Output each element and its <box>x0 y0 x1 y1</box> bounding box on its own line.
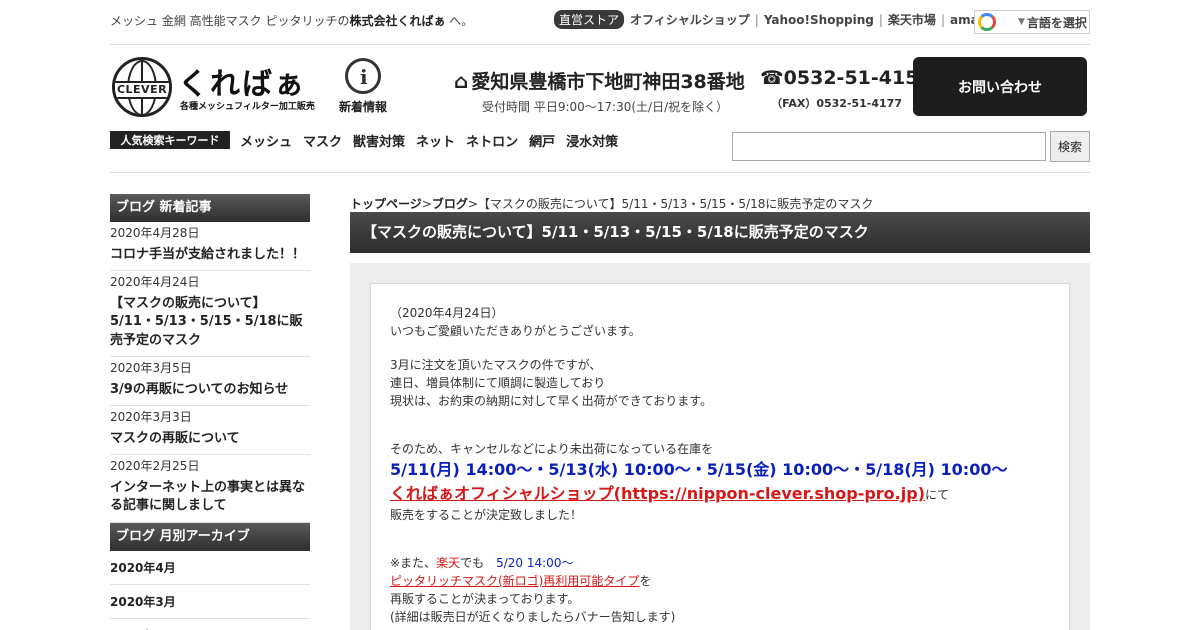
article-date: （2020年4月24日） <box>390 306 504 320</box>
shop-link-yahoo[interactable]: Yahoo!Shopping <box>764 13 874 27</box>
note-line: 再販することが決まっております。 <box>390 592 580 606</box>
para2-intro: そのため、キャンセルなどにより未出荷になっている在庫を <box>390 442 714 456</box>
contact-button[interactable]: お問い合わせ <box>913 57 1087 116</box>
separator: | <box>878 12 883 27</box>
sidebar-post: 2020年3月3日 マスクの再販について <box>110 406 310 456</box>
para1-line: 現状は、お約束の納期に対して早く出荷ができております。 <box>390 394 713 408</box>
language-select-label: 言語を選択 <box>1026 15 1087 30</box>
archive-link[interactable]: 2020年3月 <box>110 585 310 619</box>
breadcrumb-current: 【マスクの販売について】5/11・5/13・5/15・5/18に販売予定のマスク <box>477 197 874 211</box>
keyword-link[interactable]: メッシュ <box>240 131 292 150</box>
address-text: 愛知県豊橋市下地町神田38番地 <box>471 71 745 93</box>
sidebar-archive-heading: ブログ 月別アーカイブ <box>110 522 310 551</box>
logo-wordmark: くればぁ <box>178 67 306 102</box>
keyword-link[interactable]: 網戸 <box>529 131 555 150</box>
note-line: (詳細は販売日が近くなりましたらバナー告知します) <box>390 610 676 624</box>
keyword-link[interactable]: 獣害対策 <box>353 131 405 150</box>
sidebar-new-heading: ブログ 新着記事 <box>110 194 310 222</box>
sidebar-post: 2020年2月25日 インターネット上の事実とは異なる記事に関しまして <box>110 455 310 523</box>
business-hours: 受付時間 平日9:00～17:30(土/日/祝を除く） <box>482 100 729 114</box>
sale-decided: 販売をすることが決定致しました！ <box>390 508 583 522</box>
info-icon: i <box>345 58 381 94</box>
telephone-number: 0532-51-4151 <box>783 67 932 89</box>
post-date: 2020年4月28日 <box>110 226 200 240</box>
logo[interactable]: CLEVER くればぁ 各種メッシュフィルター加工販売 <box>110 55 315 119</box>
search-button[interactable]: 検索 <box>1050 131 1090 162</box>
post-title-link[interactable]: 【マスクの販売について】5/11・5/13・5/15・5/18に販売予定のマスク <box>110 291 310 356</box>
news-label: 新着情報 <box>338 100 387 114</box>
divider <box>110 172 1090 173</box>
fax-number: （FAX）0532-51-4177 <box>771 97 902 110</box>
article-body: （2020年4月24日） いつもご愛顧いただきありがとうございます。 3月に注文… <box>370 283 1070 630</box>
language-select[interactable]: ▼ 言語を選択 <box>974 10 1090 34</box>
note-link-suffix: を <box>639 574 652 588</box>
sidebar: ブログ 新着記事 2020年4月28日 コロナ手当が支給されました！！ 2020… <box>110 194 310 630</box>
greeting: いつもご愛顧いただきありがとうございます。 <box>390 324 641 338</box>
mask-product-link[interactable]: ピッタリッチマスク(新ロゴ)再利用可能タイプ <box>390 574 639 588</box>
post-date: 2020年4月24日 <box>110 275 200 290</box>
keyword-link[interactable]: マスク <box>303 131 342 150</box>
sidebar-post: 2020年3月5日 3/9の再販についてのお知らせ <box>110 357 310 406</box>
phone-icon: ☎ <box>760 67 784 89</box>
post-date: 2020年3月5日 <box>110 360 192 375</box>
keyword-label: 人気検索キーワード <box>110 131 230 149</box>
note-date: 5/20 14:00～ <box>496 556 574 570</box>
divider <box>110 44 1090 45</box>
para1-line: 3月に注文を頂いたマスクの件ですが、 <box>390 358 602 372</box>
address-block: ⌂ 愛知県豊橋市下地町神田38番地 受付時間 平日9:00～17:30(土/日/祝… <box>454 67 745 115</box>
sidebar-post: 2020年4月24日 【マスクの販売について】5/11・5/13・5/15・5/… <box>110 271 310 357</box>
post-date: 2020年3月3日 <box>110 409 192 424</box>
note-prefix: ※また、 <box>390 556 437 570</box>
breadcrumb-blog[interactable]: ブログ <box>432 197 468 211</box>
house-icon: ⌂ <box>454 68 469 93</box>
direct-store-badge: 直営ストア <box>554 10 625 29</box>
news-link[interactable]: i 新着情報 <box>336 58 390 115</box>
official-shop-link[interactable]: くればぁオフィシャルショップ(https://nippon-clever.sho… <box>390 484 925 503</box>
para1-line: 連日、増員体制にて順調に製造しており <box>390 376 606 390</box>
archive-link[interactable]: 2020年2月 <box>110 619 310 630</box>
phone-block: ☎0532-51-4151 （FAX）0532-51-4177 <box>760 67 932 111</box>
sale-dates: 5/11(月) 14:00～・5/13(水) 10:00～・5/15(金) 10… <box>390 460 1008 479</box>
address: ⌂ 愛知県豊橋市下地町神田38番地 <box>454 67 745 94</box>
logo-subtitle: 各種メッシュフィルター加工販売 <box>180 102 315 112</box>
breadcrumb: トップページ>ブログ>【マスクの販売について】5/11・5/13・5/15・5/… <box>350 197 874 211</box>
tagline-prefix: メッシュ 金網 高性能マスク ピッタリッチの <box>110 14 350 28</box>
keyword-link[interactable]: 浸水対策 <box>566 131 618 150</box>
article-panel: （2020年4月24日） いつもご愛顧いただきありがとうございます。 3月に注文… <box>350 263 1090 630</box>
post-title-link[interactable]: マスクの再販について <box>110 426 310 454</box>
note-rakuten: 楽天 <box>436 556 461 570</box>
tagline-suffix: へ。 <box>449 14 474 28</box>
shop-link-rakuten[interactable]: 楽天市場 <box>888 11 936 28</box>
post-date: 2020年2月25日 <box>110 459 200 474</box>
google-icon <box>978 13 996 31</box>
separator: | <box>754 12 759 27</box>
keyword-link[interactable]: ネット <box>416 131 455 150</box>
tagline-company: 株式会社くればぁ <box>349 14 446 28</box>
top-bar: メッシュ 金網 高性能マスク ピッタリッチの株式会社くればぁ へ。 直営ストア … <box>110 10 1090 34</box>
archive-link[interactable]: 2020年4月 <box>110 551 310 585</box>
shop-links: 直営ストア オフィシャルショップ | Yahoo!Shopping | 楽天市場… <box>554 10 1002 29</box>
separator: | <box>940 12 945 27</box>
dropdown-arrow-icon: ▼ <box>1018 17 1025 27</box>
post-title-link[interactable]: 3/9の再販についてのお知らせ <box>110 377 310 405</box>
note-mid: でも <box>460 556 485 570</box>
keyword-list: メッシュ マスク 獣害対策 ネット ネトロン 網戸 浸水対策 <box>240 131 629 150</box>
keyword-link[interactable]: ネトロン <box>466 131 518 150</box>
shop-suffix: にて <box>925 488 950 502</box>
post-title-link[interactable]: コロナ手当が支給されました！！ <box>110 242 310 270</box>
logo-band: CLEVER <box>115 81 169 99</box>
shop-link-official[interactable]: オフィシャルショップ <box>630 11 750 28</box>
page-title: 【マスクの販売について】5/11・5/13・5/15・5/18に販売予定のマスク <box>350 212 1090 253</box>
globe-icon: CLEVER <box>112 57 172 117</box>
search-input[interactable] <box>732 132 1046 161</box>
tagline: メッシュ 金網 高性能マスク ピッタリッチの株式会社くればぁ へ。 <box>110 12 473 29</box>
telephone[interactable]: ☎0532-51-4151 <box>760 67 932 89</box>
sidebar-post: 2020年4月28日 コロナ手当が支給されました！！ <box>110 222 310 272</box>
breadcrumb-home[interactable]: トップページ <box>350 197 422 211</box>
post-title-link[interactable]: インターネット上の事実とは異なる記事に関しまして <box>110 475 310 521</box>
